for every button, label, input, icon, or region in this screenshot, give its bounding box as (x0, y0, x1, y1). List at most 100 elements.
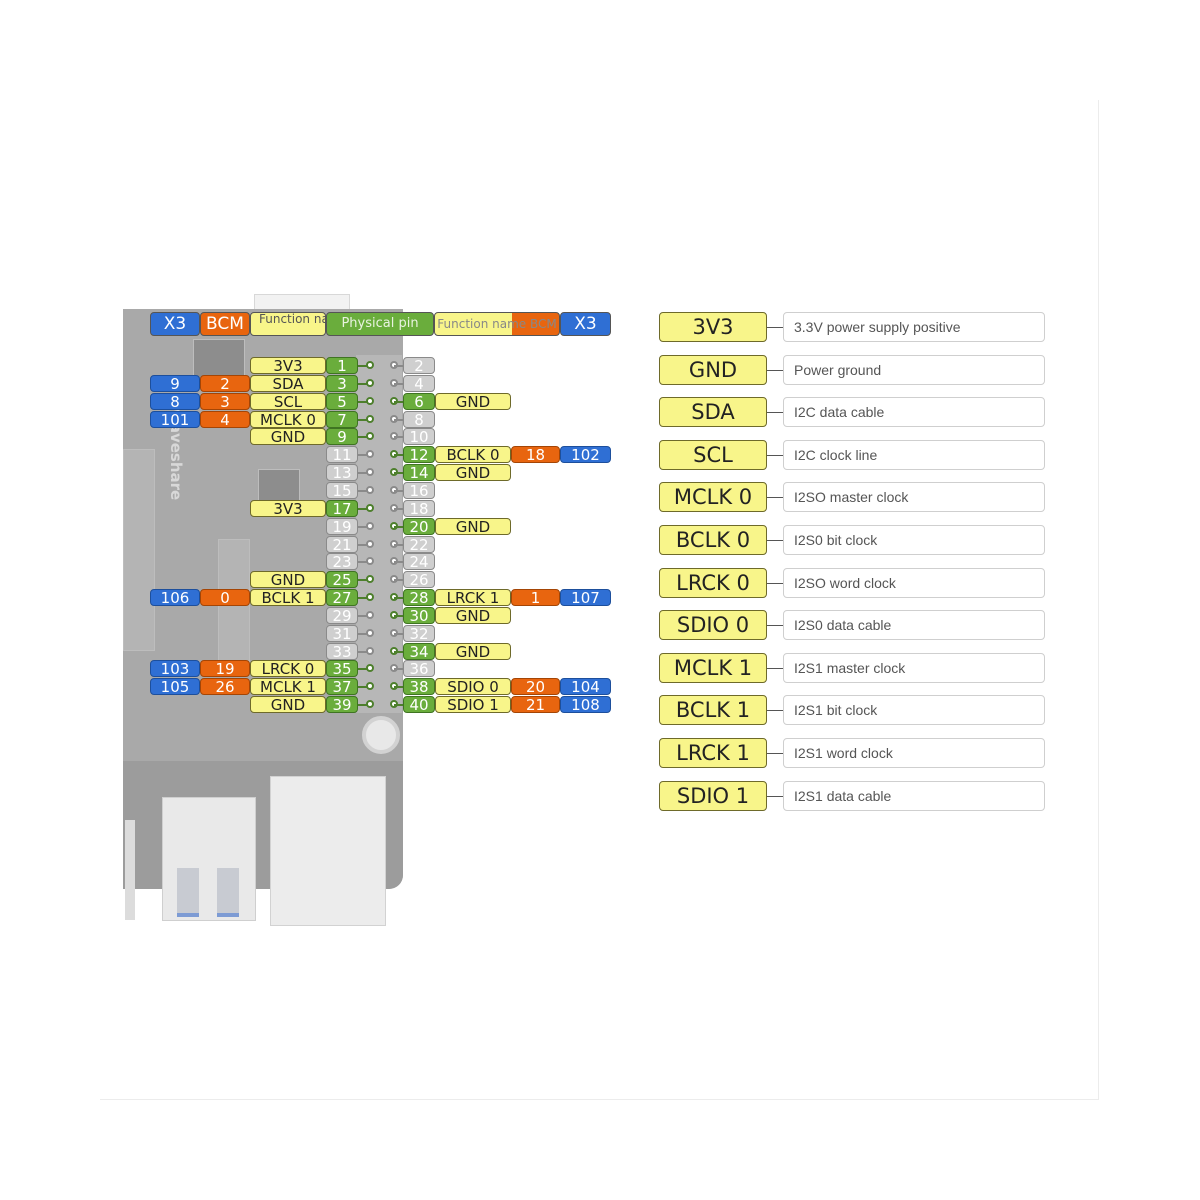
physical-pin-even: 4 (403, 375, 435, 392)
physical-pin-odd: 31 (326, 625, 358, 642)
gpio-header-strip (356, 355, 402, 713)
physical-pin-even: 20 (403, 518, 435, 535)
physical-pin-even: 12 (403, 446, 435, 463)
legend-connector-line (767, 370, 783, 371)
physical-pin-odd: 19 (326, 518, 358, 535)
pin-connector-dot (366, 486, 374, 494)
function-name-label: SCL (250, 393, 326, 410)
usb-slot (177, 868, 199, 917)
physical-pin-even: 36 (403, 660, 435, 677)
ethernet-port (270, 776, 386, 926)
physical-pin-odd: 11 (326, 446, 358, 463)
legend-key: SDA (659, 397, 767, 427)
pin-connector-dot (366, 664, 374, 672)
function-name-label: GND (435, 643, 511, 660)
mounting-hole (362, 716, 400, 754)
function-name-label: MCLK 1 (250, 678, 326, 695)
legend-key: SCL (659, 440, 767, 470)
legend-description: 3.3V power supply positive (783, 312, 1045, 342)
usb-slot (217, 868, 239, 917)
physical-pin-odd: 1 (326, 357, 358, 374)
x3-pin-label: 104 (560, 678, 611, 695)
legend-description: I2S1 data cable (783, 781, 1045, 811)
legend-connector-line (767, 668, 783, 669)
function-name-label: LRCK 0 (250, 660, 326, 677)
physical-pin-odd: 23 (326, 553, 358, 570)
pin-connector-dot (366, 522, 374, 530)
x3-pin-label: 105 (150, 678, 200, 695)
physical-pin-even: 8 (403, 411, 435, 428)
physical-pin-odd: 7 (326, 411, 358, 428)
physical-pin-odd: 37 (326, 678, 358, 695)
physical-pin-odd: 21 (326, 536, 358, 553)
x3-pin-label: 101 (150, 411, 200, 428)
legend-connector-line (767, 412, 783, 413)
legend-connector-line (767, 583, 783, 584)
x3-pin-label: 108 (560, 696, 611, 713)
function-name-label: GND (250, 428, 326, 445)
legend-connector-line (767, 455, 783, 456)
physical-pin-odd: 35 (326, 660, 358, 677)
bcm-pin-label: 3 (200, 393, 250, 410)
bcm-pin-label: 4 (200, 411, 250, 428)
physical-pin-odd: 5 (326, 393, 358, 410)
physical-pin-odd: 9 (326, 428, 358, 445)
pin-connector-dot (366, 504, 374, 512)
physical-pin-odd: 33 (326, 643, 358, 660)
legend-key: GND (659, 355, 767, 385)
legend-connector-line (767, 753, 783, 754)
legend-key: BCLK 0 (659, 525, 767, 555)
physical-pin-even: 28 (403, 589, 435, 606)
physical-pin-odd: 17 (326, 500, 358, 517)
function-name-label: BCLK 0 (435, 446, 511, 463)
function-name-label: 3V3 (250, 357, 326, 374)
x3-pin-label: 102 (560, 446, 611, 463)
legend-description: I2S1 word clock (783, 738, 1045, 768)
physical-pin-even: 18 (403, 500, 435, 517)
bcm-pin-label: 20 (511, 678, 560, 695)
legend-description: I2S1 master clock (783, 653, 1045, 683)
function-name-label: BCLK 1 (250, 589, 326, 606)
function-name-label: GND (435, 464, 511, 481)
bcm-pin-label: 0 (200, 589, 250, 606)
physical-pin-odd: 39 (326, 696, 358, 713)
physical-pin-even: 24 (403, 553, 435, 570)
x3-pin-label: 107 (560, 589, 611, 606)
frame-border-bottom (100, 1099, 1099, 1100)
legend-connector-line (767, 327, 783, 328)
pin-connector-dot (366, 450, 374, 458)
function-name-label: GND (435, 393, 511, 410)
physical-pin-even: 2 (403, 357, 435, 374)
legend-description: I2C data cable (783, 397, 1045, 427)
header-function-name-left: Function name (250, 312, 326, 336)
pin-connector-dot (366, 647, 374, 655)
board-components (123, 449, 155, 651)
pin-connector-dot (366, 611, 374, 619)
pin-connector-dot (366, 415, 374, 423)
legend-description: I2SO word clock (783, 568, 1045, 598)
side-connector (125, 820, 135, 920)
legend-connector-line (767, 796, 783, 797)
pin-connector-dot (366, 593, 374, 601)
pin-connector-dot (366, 575, 374, 583)
header-x3-right: X3 (560, 312, 611, 336)
physical-pin-odd: 15 (326, 482, 358, 499)
physical-pin-even: 10 (403, 428, 435, 445)
header-x3-left: X3 (150, 312, 200, 336)
physical-pin-even: 38 (403, 678, 435, 695)
x3-pin-label: 106 (150, 589, 200, 606)
legend-description: I2S1 bit clock (783, 695, 1045, 725)
bcm-pin-label: 26 (200, 678, 250, 695)
physical-pin-even: 26 (403, 571, 435, 588)
pin-connector-dot (366, 379, 374, 387)
function-name-label: MCLK 0 (250, 411, 326, 428)
legend-key: MCLK 0 (659, 482, 767, 512)
physical-pin-even: 6 (403, 393, 435, 410)
pin-connector-dot (366, 557, 374, 565)
bcm-pin-label: 1 (511, 589, 560, 606)
bcm-pin-label: 2 (200, 375, 250, 392)
pin-connector-dot (366, 629, 374, 637)
physical-pin-even: 14 (403, 464, 435, 481)
header-bcm-left: BCM (200, 312, 250, 336)
physical-pin-even: 22 (403, 536, 435, 553)
